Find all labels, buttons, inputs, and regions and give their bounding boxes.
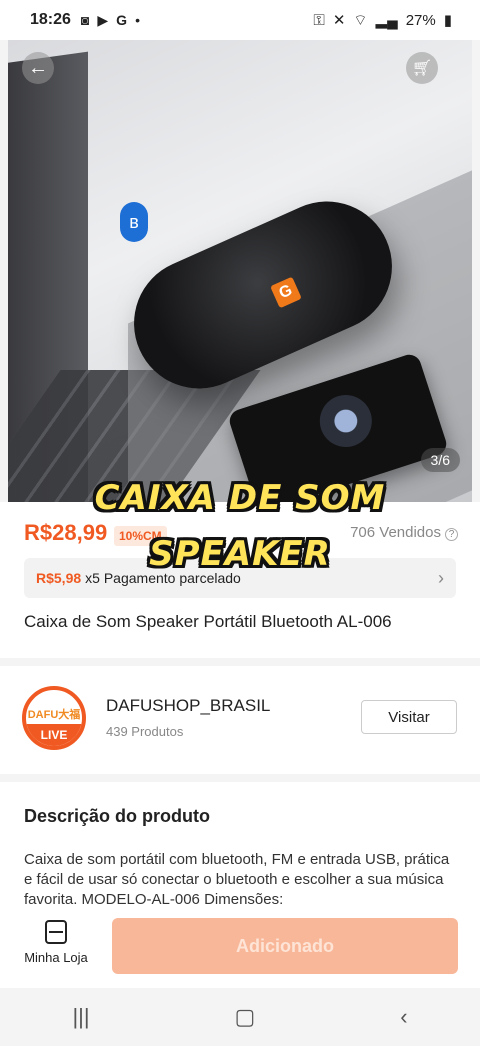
store-logo-text: DAFU大福 [27, 709, 81, 721]
key-icon: ⚿ [313, 11, 325, 29]
store-section: DAFU大福 LIVE DAFUSHOP_BRASIL 439 Produtos… [0, 666, 480, 774]
store-avatar[interactable]: DAFU大福 LIVE [22, 686, 86, 750]
speaker-logo: G [270, 276, 302, 309]
cart-button[interactable]: 🛒︎ [406, 52, 438, 84]
video-caption-line2: SPEAKER [149, 534, 331, 574]
live-badge: LIVE [26, 724, 82, 746]
store-name[interactable]: DAFUSHOP_BRASIL [106, 696, 270, 716]
music-disc-graphic [313, 388, 379, 454]
signal-icon: ▂▄ [375, 12, 398, 29]
image-counter: 3/6 [420, 448, 460, 472]
product-image-carousel[interactable]: G ʙ ← 🛒︎ 3/6 [8, 40, 472, 502]
recent-apps-icon[interactable]: ||| [72, 1004, 89, 1030]
price-section: R$28,99 10%CM 706 Vendidos? R$5,98 x5 Pa… [0, 502, 480, 658]
mute-icon: ✕ [332, 12, 346, 29]
dot-icon: • [135, 12, 140, 28]
cart-icon: 🛒︎ [411, 60, 433, 77]
bluetooth-icon: ʙ [120, 202, 148, 242]
google-icon: G [116, 12, 128, 28]
status-bar: 18:26 ◙ ▶ G • ⚿ ✕ ⌔ ▂▄ 27% ▮ [0, 0, 480, 40]
back-button[interactable]: ← [22, 52, 54, 84]
notification-icons: ◙ ▶ G • [81, 12, 140, 29]
my-store-tab[interactable]: Minha Loja [18, 920, 94, 965]
battery-icon: ▮ [443, 12, 452, 29]
store-products-count: 439 Produtos [106, 724, 184, 739]
arrow-left-icon: ← [28, 56, 48, 79]
my-store-label: Minha Loja [24, 950, 88, 965]
store-icon [45, 920, 67, 944]
product-title: Caixa de Som Speaker Portátil Bluetooth … [24, 612, 392, 631]
bottom-action-bar: Minha Loja Adicionado [0, 912, 480, 988]
battery-label: 27% [405, 11, 436, 29]
description-heading: Descrição do produto [24, 806, 211, 826]
home-icon[interactable]: ▢ [235, 1004, 256, 1030]
screen-record-icon: ◙ [80, 12, 90, 28]
product-screen: 18:26 ◙ ▶ G • ⚿ ✕ ⌔ ▂▄ 27% ▮ G ʙ ← 🛒︎ 3/… [0, 0, 480, 1046]
add-button[interactable]: Adicionado [112, 918, 458, 974]
visit-store-button[interactable]: Visitar [361, 700, 457, 734]
system-nav-bar: ||| ▢ ‹ [0, 988, 480, 1046]
youtube-icon: ▶ [97, 11, 109, 28]
back-nav-icon[interactable]: ‹ [400, 1004, 407, 1030]
system-icons: ⚿ ✕ ⌔ ▂▄ 27% ▮ [313, 11, 452, 30]
video-caption-line1: CAIXA DE SOM [94, 478, 386, 518]
wifi-icon: ⌔ [353, 11, 368, 29]
description-text: Caixa de som portátil com bluetooth, FM … [24, 851, 450, 908]
status-time: 18:26 [30, 11, 71, 28]
